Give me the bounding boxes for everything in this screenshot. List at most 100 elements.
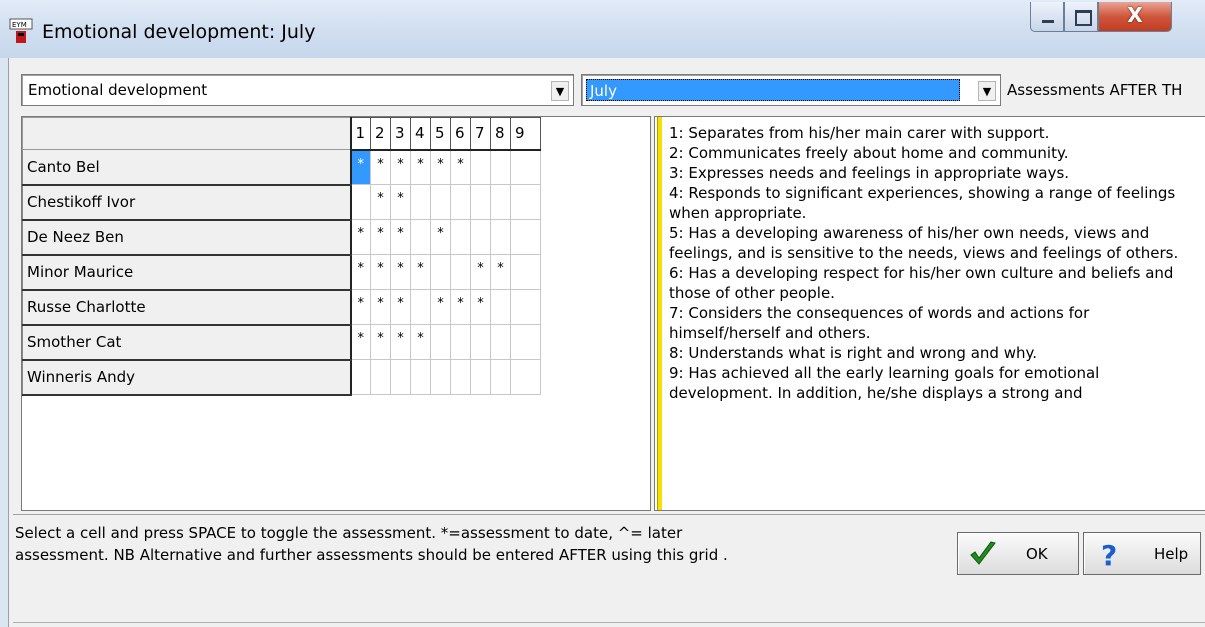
- assessment-cell[interactable]: [490, 289, 511, 325]
- app-icon: EYM: [9, 18, 33, 43]
- assessment-cell[interactable]: *: [390, 324, 411, 360]
- assessment-cell[interactable]: *: [350, 254, 371, 290]
- table-row: Winneris Andy: [22, 359, 541, 396]
- assessment-cell[interactable]: *: [390, 219, 411, 255]
- assessment-cell[interactable]: *: [410, 254, 431, 290]
- column-header[interactable]: 4: [410, 117, 431, 151]
- assessment-cell[interactable]: [490, 359, 511, 395]
- window-title: Emotional development: July: [42, 21, 316, 43]
- column-header[interactable]: 3: [390, 117, 411, 151]
- area-dropdown[interactable]: Emotional development ▼: [21, 74, 574, 106]
- instructions-line: Select a cell and press SPACE to toggle …: [15, 524, 683, 542]
- statements-list: 1: Separates from his/her main carer wit…: [669, 123, 1197, 403]
- assessment-cell[interactable]: [470, 359, 491, 395]
- assessment-cell[interactable]: *: [410, 324, 431, 360]
- assessment-cell[interactable]: [450, 254, 471, 290]
- assessments-after-label: Assessments AFTER TH: [1007, 81, 1183, 99]
- chevron-down-icon[interactable]: ▼: [551, 81, 569, 101]
- assessment-cell[interactable]: [430, 254, 451, 290]
- ok-button[interactable]: OK: [957, 532, 1079, 575]
- assessment-cell[interactable]: [350, 184, 371, 220]
- chevron-down-icon[interactable]: ▼: [978, 81, 996, 101]
- assessment-cell[interactable]: [410, 359, 431, 395]
- assessment-cell[interactable]: [490, 149, 511, 185]
- month-dropdown[interactable]: July ▼: [581, 74, 1001, 106]
- assessment-cell[interactable]: [510, 219, 541, 255]
- assessment-cell[interactable]: [510, 324, 541, 360]
- assessment-cell[interactable]: [510, 254, 541, 290]
- svg-text:?: ?: [1101, 539, 1117, 569]
- assessment-cell[interactable]: [450, 359, 471, 395]
- assessment-cell[interactable]: *: [450, 149, 471, 185]
- assessment-cell[interactable]: [410, 289, 431, 325]
- assessment-cell[interactable]: *: [390, 289, 411, 325]
- close-button[interactable]: X: [1098, 2, 1172, 32]
- assessment-cell[interactable]: [430, 184, 451, 220]
- maximize-button[interactable]: [1064, 2, 1098, 32]
- assessment-cell[interactable]: [490, 219, 511, 255]
- grid-table: 123456789 Canto Bel * * * * * * Chestikoff Ivor…: [22, 117, 541, 396]
- minimize-button[interactable]: [1030, 2, 1064, 32]
- assessment-cell[interactable]: [370, 359, 391, 395]
- assessment-cell[interactable]: [410, 219, 431, 255]
- column-header[interactable]: 2: [370, 117, 391, 151]
- statement-item: 6: Has a developing respect for his/her …: [669, 264, 1174, 302]
- assessment-cell[interactable]: *: [350, 149, 371, 185]
- assessment-cell[interactable]: *: [370, 184, 391, 220]
- column-header[interactable]: 7: [470, 117, 491, 151]
- grid-header-row: 123456789: [22, 117, 541, 151]
- ok-button-label: OK: [1026, 545, 1048, 563]
- assessment-cell[interactable]: *: [370, 324, 391, 360]
- assessment-cell[interactable]: *: [370, 219, 391, 255]
- assessment-cell[interactable]: *: [430, 149, 451, 185]
- column-header[interactable]: 8: [490, 117, 511, 151]
- assessment-cell[interactable]: *: [370, 254, 391, 290]
- column-header[interactable]: 1: [350, 117, 371, 151]
- assessment-cell[interactable]: [450, 219, 471, 255]
- assessment-cell[interactable]: *: [350, 289, 371, 325]
- assessment-cell[interactable]: *: [430, 289, 451, 325]
- assessment-cell[interactable]: *: [370, 289, 391, 325]
- assessment-cell[interactable]: *: [470, 289, 491, 325]
- assessment-cell[interactable]: [510, 184, 541, 220]
- column-header[interactable]: 6: [450, 117, 471, 151]
- assessment-cell[interactable]: [470, 184, 491, 220]
- child-name: Russe Charlotte: [22, 289, 352, 326]
- assessment-cell[interactable]: [390, 359, 411, 395]
- assessment-cell[interactable]: [510, 359, 541, 395]
- assessment-cell[interactable]: *: [470, 254, 491, 290]
- assessment-cell[interactable]: [470, 324, 491, 360]
- column-header[interactable]: 9: [510, 117, 541, 151]
- assessment-cell[interactable]: *: [370, 149, 391, 185]
- dialog-client: Emotional development ▼ July ▼ Assessmen…: [8, 58, 1205, 627]
- assessment-cell[interactable]: *: [410, 149, 431, 185]
- assessment-cell[interactable]: [450, 184, 471, 220]
- close-icon: X: [1127, 3, 1143, 27]
- assessment-cell[interactable]: [490, 324, 511, 360]
- table-row: Smother Cat * * * *: [22, 324, 541, 361]
- assessment-cell[interactable]: [510, 289, 541, 325]
- assessment-cell[interactable]: [450, 324, 471, 360]
- column-header[interactable]: 5: [430, 117, 451, 151]
- assessment-cell[interactable]: [430, 359, 451, 395]
- statement-item: 1: Separates from his/her main carer wit…: [669, 124, 1050, 142]
- splitter-bar[interactable]: [657, 117, 662, 510]
- instructions-line: assessment. NB Alternative and further a…: [15, 546, 728, 564]
- assessment-cell[interactable]: [470, 149, 491, 185]
- assessment-cell[interactable]: [510, 149, 541, 185]
- assessment-cell[interactable]: *: [350, 219, 371, 255]
- assessment-cell[interactable]: [410, 184, 431, 220]
- table-row: Chestikoff Ivor * *: [22, 184, 541, 221]
- help-button[interactable]: ? Help: [1083, 532, 1201, 575]
- assessment-cell[interactable]: *: [490, 254, 511, 290]
- assessment-cell[interactable]: *: [350, 324, 371, 360]
- assessment-cell[interactable]: *: [390, 184, 411, 220]
- assessment-cell[interactable]: *: [450, 289, 471, 325]
- assessment-cell[interactable]: *: [390, 254, 411, 290]
- assessment-cell[interactable]: [490, 184, 511, 220]
- assessment-cell[interactable]: [470, 219, 491, 255]
- assessment-cell[interactable]: [350, 359, 371, 395]
- assessment-cell[interactable]: [430, 324, 451, 360]
- assessment-cell[interactable]: *: [390, 149, 411, 185]
- assessment-cell[interactable]: *: [430, 219, 451, 255]
